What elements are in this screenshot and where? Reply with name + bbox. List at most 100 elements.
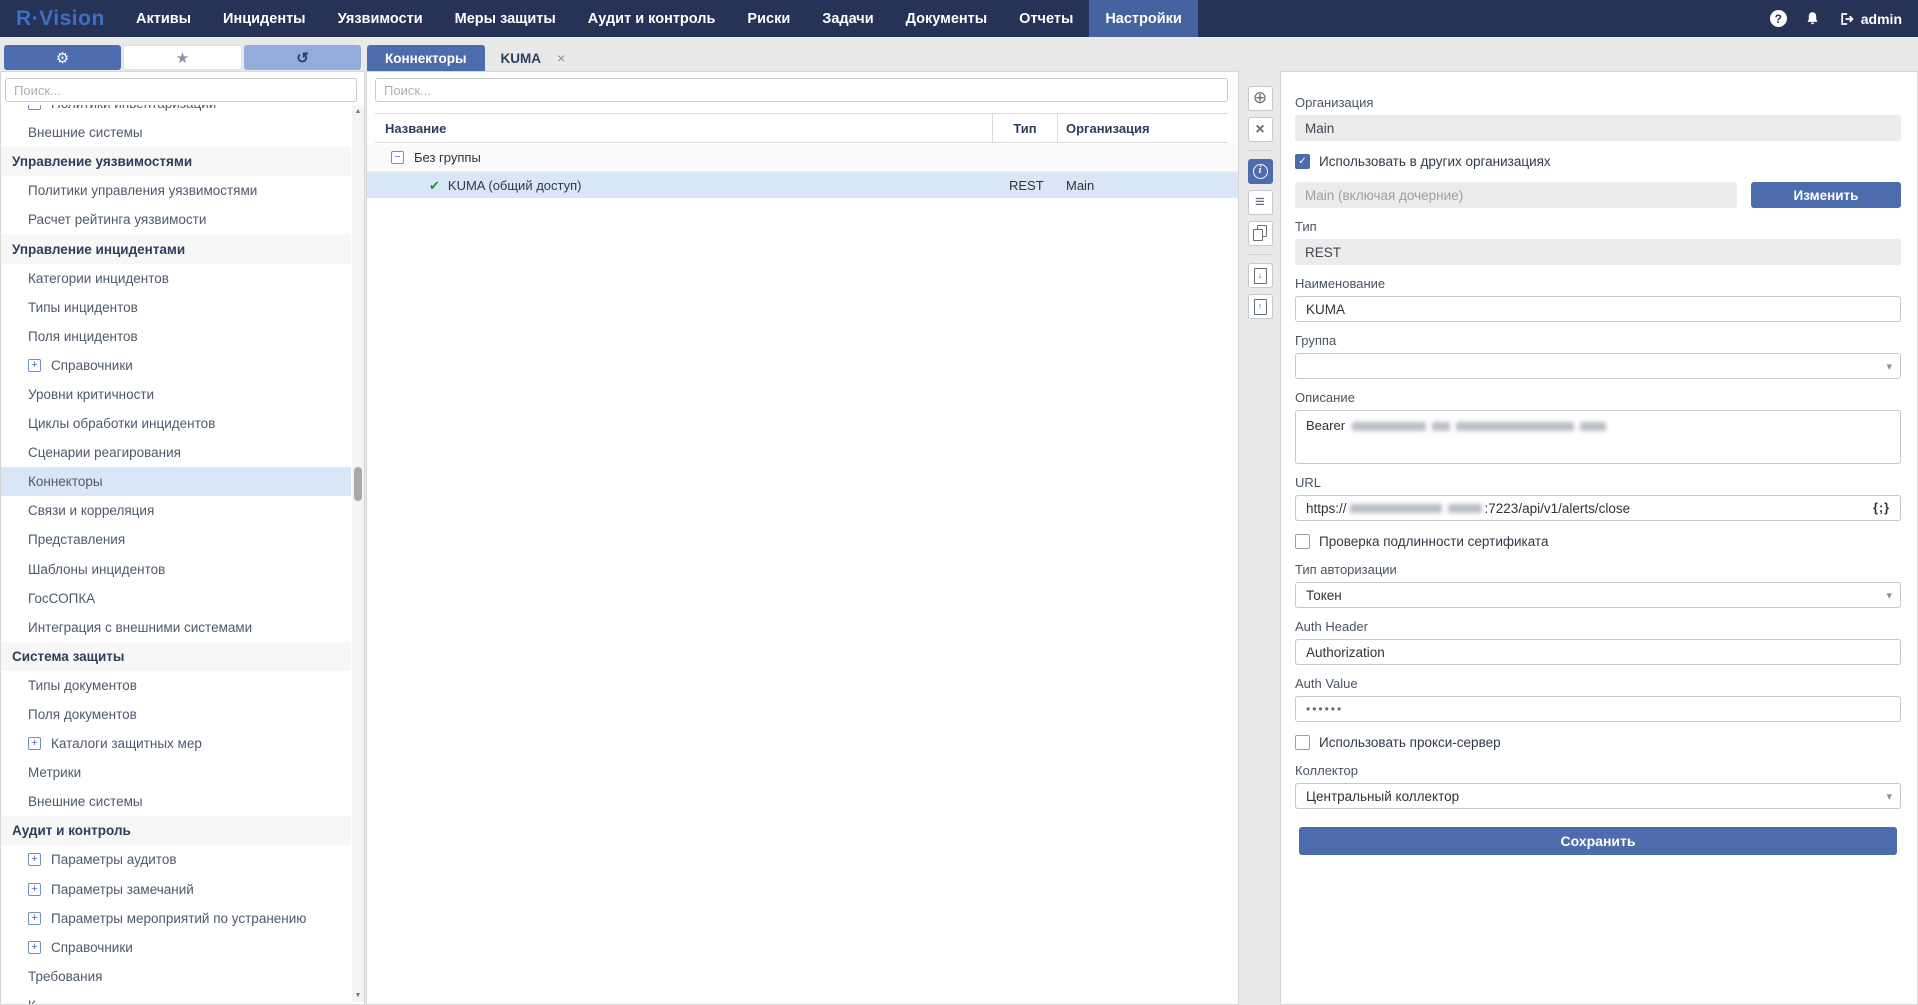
- sidebar-search-input[interactable]: [5, 78, 357, 102]
- template-variables-icon[interactable]: {;}: [1873, 501, 1890, 515]
- help-icon[interactable]: [1770, 10, 1787, 27]
- nav-item-Инциденты[interactable]: Инциденты: [207, 0, 322, 37]
- column-organization[interactable]: Организация: [1058, 121, 1228, 136]
- export-button[interactable]: [1248, 263, 1273, 288]
- description-field[interactable]: Bearer: [1295, 410, 1901, 464]
- certificate-checkbox[interactable]: [1295, 534, 1310, 549]
- sidebar-item[interactable]: Типы инцидентов: [1, 293, 351, 322]
- collapse-icon[interactable]: [391, 151, 404, 164]
- sidebar-item[interactable]: Внешние системы: [1, 787, 351, 816]
- collector-value: Центральный коллектор: [1306, 789, 1459, 804]
- nav-item-Задачи[interactable]: Задачи: [806, 0, 889, 37]
- table-row[interactable]: KUMA (общий доступ) REST Main: [367, 172, 1238, 198]
- sidebar-item[interactable]: Коннекторы: [1, 467, 351, 496]
- sidebar-item-label: Циклы обработки инцидентов: [28, 416, 215, 431]
- sidebar-item[interactable]: Параметры мероприятий по устранению: [1, 904, 351, 933]
- expand-plus-icon[interactable]: [28, 883, 41, 896]
- collector-select[interactable]: Центральный коллектор: [1295, 783, 1901, 809]
- nav-item-Документы[interactable]: Документы: [890, 0, 1004, 37]
- column-name[interactable]: Название: [375, 114, 993, 142]
- nav-item-Меры защиты[interactable]: Меры защиты: [439, 0, 572, 37]
- sidebar-item[interactable]: Поля документов: [1, 700, 351, 729]
- expand-plus-icon[interactable]: [28, 105, 41, 110]
- sidebar-item[interactable]: К: [1, 991, 351, 1004]
- sidebar-item[interactable]: Категории инцидентов: [1, 264, 351, 293]
- save-button[interactable]: Сохранить: [1299, 827, 1897, 855]
- tab-close-icon[interactable]: [557, 50, 565, 66]
- sidebar-item[interactable]: Параметры аудитов: [1, 845, 351, 874]
- auth-type-select[interactable]: Токен: [1295, 582, 1901, 608]
- scrollbar-thumb[interactable]: [354, 467, 362, 501]
- nav-item-Отчеты[interactable]: Отчеты: [1003, 0, 1089, 37]
- scroll-up-icon[interactable]: ▲: [352, 108, 364, 115]
- expand-plus-icon[interactable]: [28, 853, 41, 866]
- name-field[interactable]: KUMA: [1295, 296, 1901, 322]
- column-type[interactable]: Тип: [993, 114, 1058, 142]
- sidebar-item[interactable]: Метрики: [1, 758, 351, 787]
- tab-favorites[interactable]: [123, 45, 242, 70]
- sidebar-item[interactable]: Справочники: [1, 933, 351, 962]
- sidebar-item[interactable]: Представления: [1, 525, 351, 554]
- nav-item-Риски[interactable]: Риски: [731, 0, 806, 37]
- sidebar-item[interactable]: Расчет рейтинга уязвимости: [1, 205, 351, 234]
- tab-history[interactable]: [244, 45, 361, 70]
- certificate-checkbox-row[interactable]: Проверка подлинности сертификата: [1295, 534, 1901, 549]
- sidebar-item[interactable]: Требования: [1, 962, 351, 991]
- change-button[interactable]: Изменить: [1751, 182, 1901, 208]
- app-root: R·Vision АктивыИнцидентыУязвимостиМеры з…: [0, 0, 1918, 1005]
- tab-connectors[interactable]: Коннекторы: [367, 45, 485, 71]
- logout-icon[interactable]: [1838, 11, 1855, 27]
- expand-plus-icon[interactable]: [28, 941, 41, 954]
- auth-value-field[interactable]: ••••••: [1295, 696, 1901, 722]
- sidebar-item[interactable]: Каталоги защитных мер: [1, 729, 351, 758]
- group-row[interactable]: Без группы: [367, 144, 1238, 172]
- scroll-down-icon[interactable]: ▼: [352, 992, 364, 999]
- sidebar-item[interactable]: Политики управления уязвимостями: [1, 176, 351, 205]
- sidebar-section-header[interactable]: Управление уязвимостями: [1, 147, 351, 176]
- nav-item-Настройки[interactable]: Настройки: [1089, 0, 1198, 37]
- sidebar-section-header[interactable]: Система защиты: [1, 642, 351, 671]
- sidebar-section-header[interactable]: Управление инцидентами: [1, 234, 351, 263]
- sidebar-tree: Политики инвентаризацииВнешние системыУп…: [1, 105, 351, 1004]
- notifications-bell-icon[interactable]: [1804, 10, 1821, 28]
- auth-header-field[interactable]: Authorization: [1295, 639, 1901, 665]
- url-field[interactable]: https:// :7223/api/v1/alerts/close {;}: [1295, 495, 1901, 521]
- share-checkbox-row[interactable]: Использовать в других организациях: [1295, 154, 1901, 169]
- expand-plus-icon[interactable]: [28, 912, 41, 925]
- sidebar-item[interactable]: Интеграция с внешними системами: [1, 613, 351, 642]
- sidebar-item[interactable]: Справочники: [1, 351, 351, 380]
- nav-item-Аудит и контроль[interactable]: Аудит и контроль: [572, 0, 732, 37]
- sidebar-item[interactable]: Политики инвентаризации: [1, 105, 351, 118]
- sidebar-item[interactable]: Циклы обработки инцидентов: [1, 409, 351, 438]
- sidebar-item[interactable]: Поля инцидентов: [1, 322, 351, 351]
- sidebar-item[interactable]: Внешние системы: [1, 118, 351, 147]
- proxy-checkbox-row[interactable]: Использовать прокси-сервер: [1295, 735, 1901, 750]
- expand-plus-icon[interactable]: [28, 737, 41, 750]
- delete-button[interactable]: [1248, 117, 1273, 142]
- expand-plus-icon[interactable]: [28, 359, 41, 372]
- import-button[interactable]: [1248, 294, 1273, 319]
- sidebar-item[interactable]: Шаблоны инцидентов: [1, 555, 351, 584]
- nav-item-Уязвимости[interactable]: Уязвимости: [322, 0, 439, 37]
- tab-kuma[interactable]: KUMA: [485, 45, 582, 71]
- list-search-input[interactable]: [375, 78, 1228, 102]
- sidebar-section-header[interactable]: Аудит и контроль: [1, 816, 351, 845]
- share-checkbox[interactable]: [1295, 154, 1310, 169]
- url-prefix: https://: [1306, 501, 1347, 516]
- sidebar-scrollbar[interactable]: ▲ ▼: [352, 105, 364, 1002]
- add-button[interactable]: [1248, 86, 1273, 111]
- sidebar-item[interactable]: Параметры замечаний: [1, 875, 351, 904]
- sidebar-item[interactable]: ГосСОПКА: [1, 584, 351, 613]
- sidebar-item[interactable]: Сценарии реагирования: [1, 438, 351, 467]
- list-view-button[interactable]: [1248, 190, 1273, 215]
- group-select[interactable]: [1295, 353, 1901, 379]
- sidebar-item[interactable]: Типы документов: [1, 671, 351, 700]
- sidebar-item[interactable]: Уровни критичности: [1, 380, 351, 409]
- tab-settings-gear[interactable]: [4, 45, 121, 70]
- user-menu[interactable]: admin: [1838, 11, 1902, 27]
- sidebar-item[interactable]: Связи и корреляция: [1, 496, 351, 525]
- nav-item-Активы[interactable]: Активы: [120, 0, 207, 37]
- info-button[interactable]: [1248, 159, 1273, 184]
- proxy-checkbox[interactable]: [1295, 735, 1310, 750]
- copy-button[interactable]: [1248, 221, 1273, 246]
